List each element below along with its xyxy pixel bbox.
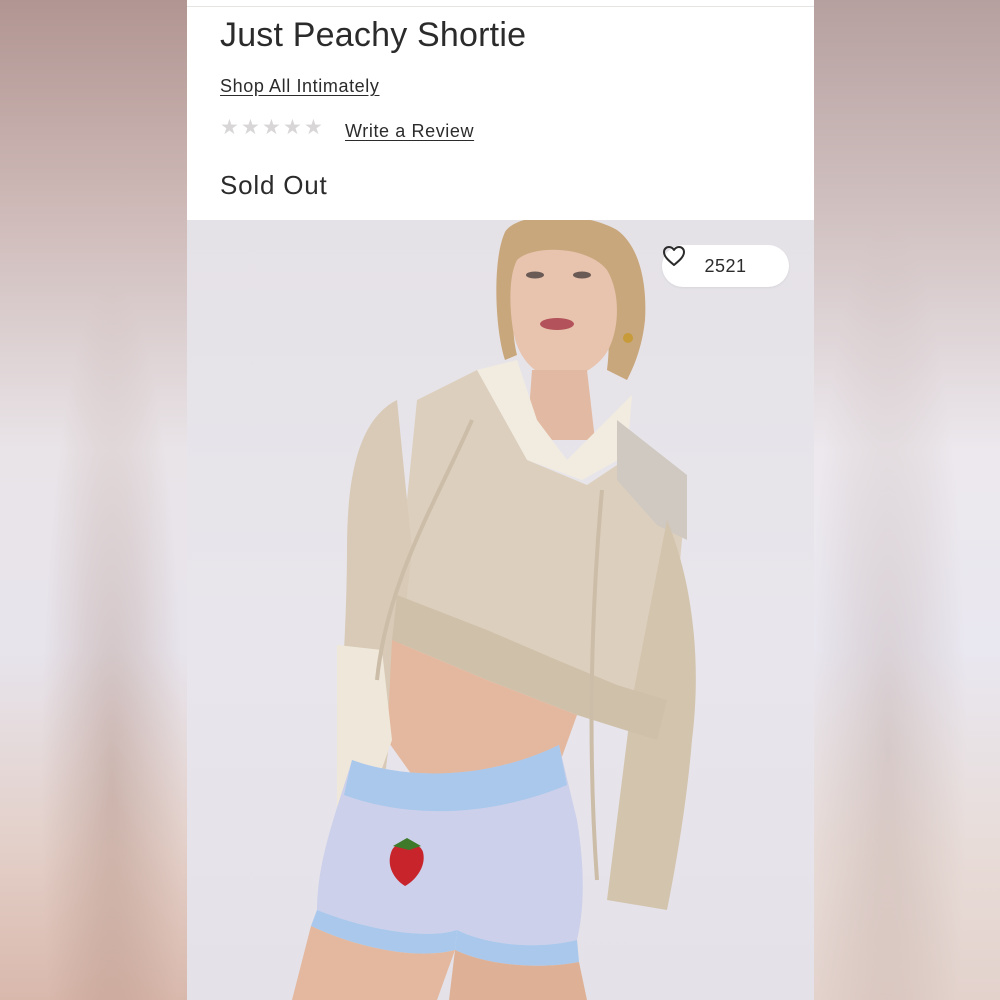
star-icon: ★ xyxy=(262,116,281,139)
stock-status: Sold Out xyxy=(220,170,328,200)
product-card: Just Peachy Shortie Shop All Intimately … xyxy=(187,0,814,1000)
star-icon: ★ xyxy=(220,116,239,139)
rating-stars[interactable]: ★ ★ ★ ★ ★ xyxy=(220,116,324,139)
star-icon: ★ xyxy=(241,116,260,139)
top-divider xyxy=(187,6,814,7)
product-title: Just Peachy Shortie xyxy=(220,16,527,54)
model-illustration xyxy=(292,220,696,1000)
blurred-background-right xyxy=(813,0,1000,1000)
product-photo[interactable]: 2521 xyxy=(187,220,814,1000)
shop-all-link[interactable]: Shop All Intimately xyxy=(220,76,379,97)
heart-outline-icon xyxy=(663,246,685,266)
star-icon: ★ xyxy=(283,116,302,139)
favorite-count: 2521 xyxy=(704,255,747,276)
write-review-link[interactable]: Write a Review xyxy=(345,121,474,142)
star-icon: ★ xyxy=(304,116,323,139)
blurred-background-left xyxy=(0,0,187,1000)
favorite-button[interactable]: 2521 xyxy=(662,245,789,287)
